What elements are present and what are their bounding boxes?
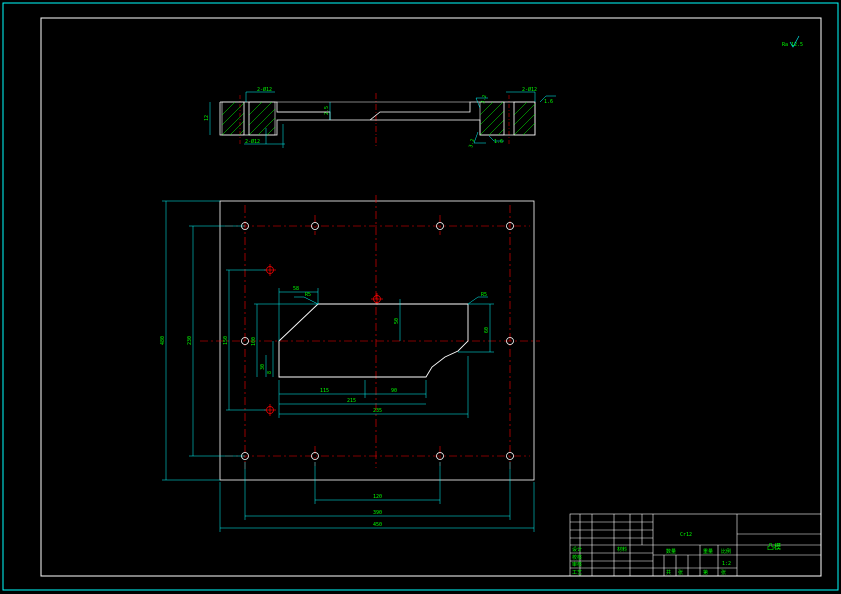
dim-bottom-overall: 235 bbox=[373, 408, 382, 414]
dim-bottom-inner: 215 bbox=[347, 398, 356, 404]
plan-view: 480 230 150 100 30 8 50 60 R5 R5 58 115 … bbox=[160, 195, 540, 532]
dim-hole-top-left: 2-Ø12 bbox=[257, 86, 272, 93]
dim-hole-spacing-horizontal: 390 bbox=[373, 510, 382, 516]
title-scale-value: 1:2 bbox=[722, 561, 731, 567]
dim-pin-spacing-vertical: 150 bbox=[223, 336, 229, 345]
dim-bottom-mid: 90 bbox=[391, 388, 397, 394]
roughness-symbol: Ra 12.5 bbox=[782, 35, 803, 48]
title-part-name: 凸模 bbox=[767, 542, 781, 551]
title-sheet-total: 共 bbox=[666, 569, 671, 576]
cad-drawing: Ra 12.5 12 2-Ø12 2-Ø12 2-Ø12 2.5 3.2 3.2… bbox=[2, 2, 839, 591]
dim-bottom-left: 115 bbox=[320, 388, 329, 394]
title-row-process: 工艺 bbox=[572, 570, 582, 576]
title-row-check: 校核 bbox=[572, 554, 582, 561]
dim-pocket-offset: 30 bbox=[260, 364, 266, 370]
dim-hole-bottom: 2-Ø12 bbox=[245, 138, 260, 145]
dim-pocket-depth-center: 50 bbox=[394, 318, 400, 324]
dim-chamfer-bottom: 3.2 bbox=[468, 138, 476, 148]
dim-hole-top-right: 2-Ø12 bbox=[522, 86, 537, 93]
title-sheet-total-unit: 张 bbox=[678, 569, 683, 576]
title-material: Cr12 bbox=[680, 532, 692, 538]
dim-top-width: 58 bbox=[293, 286, 299, 292]
dim-hole-spacing-vertical: 230 bbox=[187, 336, 193, 345]
hatch-right bbox=[479, 101, 536, 136]
dim-angle-top-right: 1.6 bbox=[544, 99, 553, 105]
dim-pocket-right-height: 60 bbox=[484, 327, 490, 333]
title-scale-label: 比例 bbox=[721, 548, 731, 555]
title-sheet-no: 第 bbox=[703, 569, 708, 576]
title-block: Cr12 凸模 数量 重量 比例 1:2 共 张 第 张 设计 校核 审核 工艺… bbox=[569, 513, 822, 577]
plate-outline bbox=[219, 200, 535, 481]
dim-pocket-height: 100 bbox=[251, 337, 257, 346]
dim-angle-bottom-right: 1.6 bbox=[494, 139, 503, 145]
dim-left-step: 8 bbox=[267, 371, 273, 374]
punch-profile bbox=[278, 303, 469, 378]
dim-overall-width: 450 bbox=[373, 522, 382, 528]
dim-chamfer-top-right: R5 bbox=[481, 292, 487, 298]
title-material-label: 材料 bbox=[617, 546, 627, 553]
title-qty-label: 数量 bbox=[666, 548, 676, 555]
title-row-approve: 审核 bbox=[572, 561, 582, 568]
title-sheet-no-unit: 张 bbox=[721, 569, 726, 576]
hatch-left bbox=[221, 101, 276, 136]
dim-thickness: 12 bbox=[204, 115, 210, 121]
title-weight-label: 重量 bbox=[703, 548, 713, 555]
outer-border bbox=[2, 2, 839, 591]
dim-chamfer-top-left: R5 bbox=[305, 292, 311, 298]
section-view: 12 2-Ø12 2-Ø12 2-Ø12 2.5 3.2 3.2 1.6 1.6 bbox=[204, 86, 556, 149]
dim-chamfer-top: 3.2 bbox=[480, 94, 488, 104]
title-row-design: 设计 bbox=[572, 546, 582, 553]
dim-pocket-depth: 2.5 bbox=[324, 106, 330, 115]
dim-hole-spacing-mid: 120 bbox=[373, 494, 382, 500]
roughness-note: Ra 12.5 bbox=[782, 42, 803, 48]
dim-overall-height: 480 bbox=[160, 336, 166, 345]
